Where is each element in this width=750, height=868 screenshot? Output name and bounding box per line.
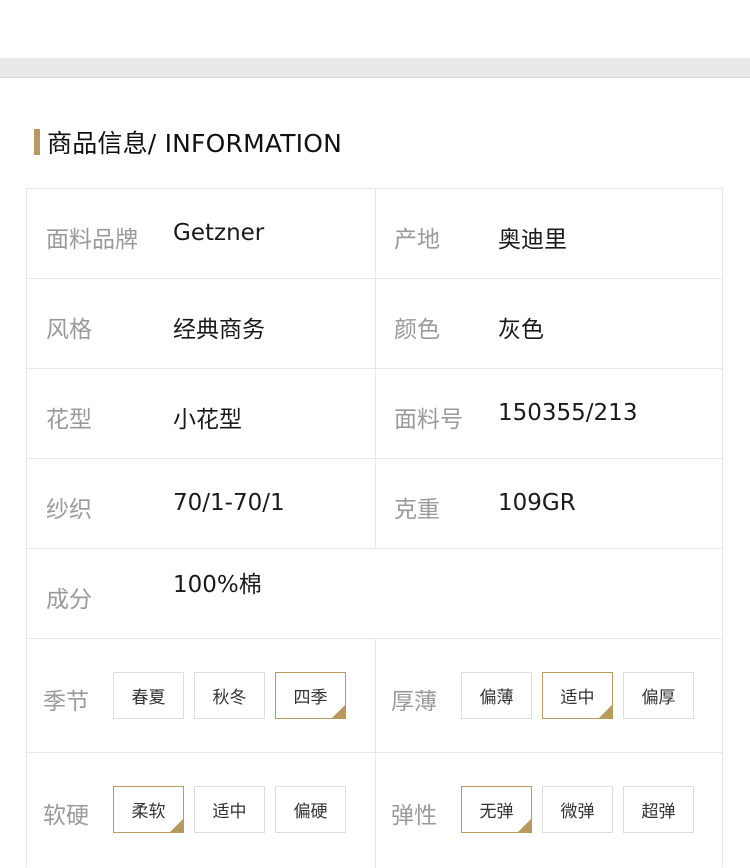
fabric-no-value: 150355/213 xyxy=(498,400,638,426)
thickness-option-thick[interactable]: 偏厚 xyxy=(623,672,694,719)
season-option-text: 四季 xyxy=(293,688,328,708)
info-row-composition: 成分 100%棉 xyxy=(27,549,722,639)
thickness-option-medium[interactable]: 适中 xyxy=(542,672,613,719)
origin-value: 奥迪里 xyxy=(498,227,567,253)
style-value: 经典商务 xyxy=(173,317,265,343)
elasticity-option-text: 无弹 xyxy=(479,802,514,822)
season-option-autumn-winter[interactable]: 秋冬 xyxy=(194,672,265,719)
column-divider xyxy=(375,189,376,278)
weight-label: 克重 xyxy=(394,497,440,523)
composition-value: 100%棉 xyxy=(173,572,262,598)
section-divider-band xyxy=(0,58,750,78)
fabric-brand-value: Getzner xyxy=(173,220,265,246)
top-blank-area xyxy=(0,0,750,58)
column-divider xyxy=(375,639,376,752)
info-row-style-color: 风格 经典商务 颜色 灰色 xyxy=(27,279,722,369)
softness-option-text: 偏硬 xyxy=(293,802,328,822)
selected-corner-mark xyxy=(599,705,612,718)
color-label: 颜色 xyxy=(394,317,440,343)
fabric-brand-label: 面料品牌 xyxy=(46,227,138,253)
style-label: 风格 xyxy=(46,317,92,343)
column-divider xyxy=(375,459,376,548)
season-label: 季节 xyxy=(43,689,89,715)
elasticity-label: 弹性 xyxy=(391,803,437,829)
info-row-brand-origin: 面料品牌 Getzner 产地 奥迪里 xyxy=(27,189,722,279)
option-row-season-thickness: 季节 春夏 秋冬 四季 厚薄 偏薄 适中 偏厚 xyxy=(27,639,722,753)
elasticity-option-slight[interactable]: 微弹 xyxy=(542,786,613,833)
season-option-text: 秋冬 xyxy=(212,688,247,708)
column-divider xyxy=(375,753,376,868)
title-accent-bar xyxy=(34,129,40,155)
color-value: 灰色 xyxy=(498,317,544,343)
elasticity-option-super[interactable]: 超弹 xyxy=(623,786,694,833)
season-option-spring-summer[interactable]: 春夏 xyxy=(113,672,184,719)
section-title: 商品信息/ INFORMATION xyxy=(34,126,342,158)
season-option-text: 春夏 xyxy=(131,688,166,708)
weight-value: 109GR xyxy=(498,490,576,516)
yarn-value: 70/1-70/1 xyxy=(173,490,285,516)
thickness-option-text: 偏厚 xyxy=(641,688,676,708)
selected-corner-mark xyxy=(518,819,531,832)
season-option-all-season[interactable]: 四季 xyxy=(275,672,346,719)
softness-option-text: 柔软 xyxy=(131,802,166,822)
option-row-softness-elasticity: 软硬 柔软 适中 偏硬 弹性 无弹 微弹 超弹 xyxy=(27,753,722,868)
thickness-option-text: 偏薄 xyxy=(479,688,514,708)
thickness-option-text: 适中 xyxy=(560,688,595,708)
yarn-label: 纱织 xyxy=(46,497,92,523)
info-row-pattern-fabricno: 花型 小花型 面料号 150355/213 xyxy=(27,369,722,459)
softness-label: 软硬 xyxy=(43,803,89,829)
selected-corner-mark xyxy=(332,705,345,718)
selected-corner-mark xyxy=(170,819,183,832)
section-title-text: 商品信息/ INFORMATION xyxy=(47,129,343,158)
pattern-label: 花型 xyxy=(46,407,92,433)
softness-option-soft[interactable]: 柔软 xyxy=(113,786,184,833)
elasticity-option-text: 微弹 xyxy=(560,802,595,822)
product-info-table: 面料品牌 Getzner 产地 奥迪里 风格 经典商务 颜色 灰色 花型 小花型… xyxy=(26,188,723,868)
fabric-no-label: 面料号 xyxy=(394,407,463,433)
column-divider xyxy=(375,279,376,368)
elasticity-option-none[interactable]: 无弹 xyxy=(461,786,532,833)
origin-label: 产地 xyxy=(394,227,440,253)
softness-option-medium[interactable]: 适中 xyxy=(194,786,265,833)
info-row-yarn-weight: 纱织 70/1-70/1 克重 109GR xyxy=(27,459,722,549)
thickness-option-thin[interactable]: 偏薄 xyxy=(461,672,532,719)
softness-option-hard[interactable]: 偏硬 xyxy=(275,786,346,833)
elasticity-option-text: 超弹 xyxy=(641,802,676,822)
thickness-label: 厚薄 xyxy=(391,689,437,715)
column-divider xyxy=(375,369,376,458)
pattern-value: 小花型 xyxy=(173,407,242,433)
softness-option-text: 适中 xyxy=(212,802,247,822)
composition-label: 成分 xyxy=(46,587,92,613)
